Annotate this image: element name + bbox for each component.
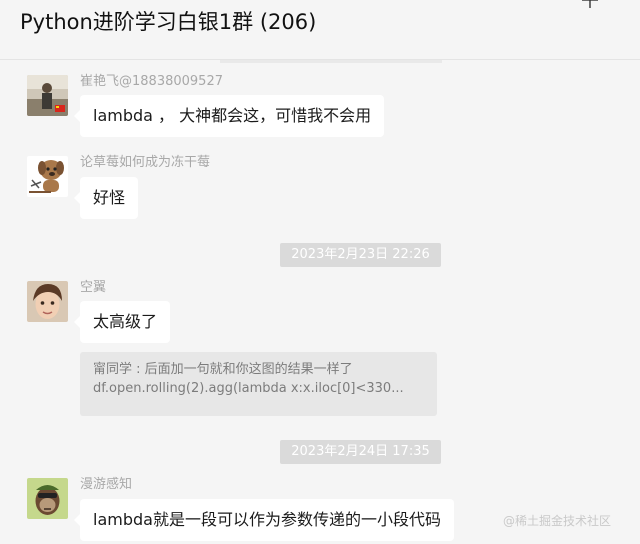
message-bubble[interactable]: 好怪 (73, 177, 139, 219)
portrait-avatar[interactable] (27, 281, 68, 322)
message-item: 空翼 太高级了 (0, 275, 640, 345)
timestamp: 2023年2月24日 17:35 (280, 440, 441, 464)
photo-avatar[interactable] (27, 75, 68, 116)
quoted-message[interactable]: 甯同学 : 后面加一句就和你这图的结果一样了 df.open.rolling(2… (80, 352, 437, 416)
chat-title: Python进阶学习白银1群 (206) (20, 10, 317, 34)
timestamp: 2023年2月23日 22:26 (280, 243, 441, 267)
scroll-divider (220, 60, 442, 63)
quote-line: 甯同学 : 后面加一句就和你这图的结果一样了 (93, 362, 353, 377)
cartoon-dog-avatar[interactable] (27, 156, 68, 197)
ape-avatar[interactable] (27, 478, 68, 519)
sender-name: 崔艳飞@18838009527 (80, 74, 223, 89)
message-bubble[interactable]: lambda就是一段可以作为参数传递的一小段代码 (74, 499, 454, 541)
message-bubble[interactable]: lambda ， 大神都会这，可惜我不会用 (73, 95, 385, 137)
message-item: 漫游感知 lambda就是一段可以作为参数传递的一小段代码 (0, 472, 640, 544)
sender-name: 漫游感知 (80, 477, 133, 492)
quote-line: df.open.rolling(2).agg(lambda x:x.iloc[0… (93, 381, 404, 396)
message-item: 论草莓如何成为冻干莓 好怪 (0, 150, 640, 220)
message-item: 崔艳飞@18838009527 lambda ， 大神都会这，可惜我不会用 (0, 68, 640, 138)
add-member-icon[interactable] (578, 0, 602, 10)
chat-header: Python进阶学习白银1群 (206) (0, 0, 640, 60)
sender-name: 论草莓如何成为冻干莓 (80, 155, 211, 170)
watermark: @稀土掘金技术社区 (503, 514, 612, 528)
sender-name: 空翼 (80, 280, 107, 295)
message-bubble[interactable]: 太高级了 (73, 301, 171, 343)
